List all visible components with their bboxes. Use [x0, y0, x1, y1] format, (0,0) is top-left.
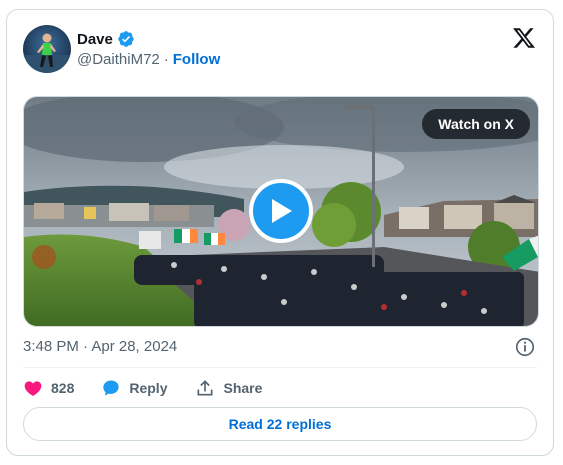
video-thumbnail[interactable]: Watch on X — [23, 96, 539, 327]
play-icon — [272, 199, 292, 223]
verified-badge-icon — [118, 31, 134, 47]
reply-button[interactable]: Reply — [101, 378, 167, 398]
speech-bubble-icon — [103, 380, 120, 396]
info-icon[interactable] — [514, 336, 536, 358]
separator-dot: · — [163, 51, 169, 68]
author-handle-row: @DaithiM72 · Follow — [77, 51, 220, 68]
author-name-row: Dave — [77, 28, 135, 50]
read-replies-button[interactable]: Read 22 replies — [23, 407, 537, 441]
share-upload-icon — [197, 380, 213, 396]
follow-button[interactable]: Follow — [173, 51, 221, 68]
reply-label: Reply — [129, 380, 168, 396]
author-name[interactable]: Dave — [77, 31, 113, 48]
like-button[interactable]: 828 — [23, 378, 101, 398]
share-button[interactable]: Share — [195, 378, 262, 398]
divider — [23, 367, 537, 368]
runner-avatar-image — [23, 33, 71, 73]
tweet-timestamp[interactable]: 3:48 PM · Apr 28, 2024 — [23, 338, 177, 355]
share-label: Share — [223, 380, 263, 396]
tweet-actions: 828 Reply Share — [23, 376, 262, 400]
heart-icon — [24, 381, 42, 396]
play-button[interactable] — [249, 179, 313, 243]
like-count: 828 — [51, 380, 75, 396]
x-logo-icon[interactable] — [512, 26, 536, 50]
watch-on-x-button[interactable]: Watch on X — [422, 109, 530, 139]
embedded-tweet-card: Dave @DaithiM72 · Follow Watch on X 3:48… — [6, 9, 554, 456]
author-handle[interactable]: @DaithiM72 — [77, 51, 160, 68]
author-avatar[interactable] — [23, 25, 71, 73]
